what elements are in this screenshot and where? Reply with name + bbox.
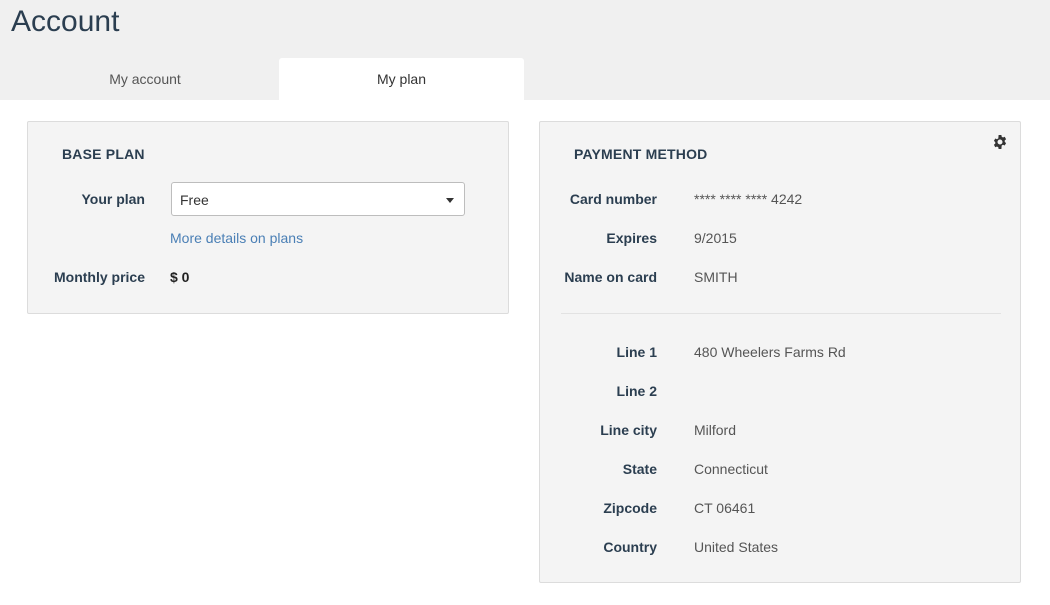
city-label: Line city (600, 422, 657, 438)
zipcode-value: CT 06461 (694, 500, 756, 516)
state-label: State (622, 461, 657, 477)
payment-method-card: PAYMENT METHOD Card number **** **** ***… (539, 121, 1021, 583)
zipcode-label: Zipcode (603, 500, 657, 516)
country-label: Country (603, 539, 657, 555)
name-on-card-value: SMITH (694, 269, 738, 285)
line1-label: Line 1 (616, 344, 657, 360)
monthly-price-value: $ 0 (170, 269, 190, 285)
base-plan-card: BASE PLAN Your plan Free More details on… (27, 121, 509, 314)
monthly-price-label: Monthly price (53, 269, 145, 285)
page-header: Account My account My plan (0, 0, 1050, 100)
page-title: Account (11, 5, 120, 38)
chevron-down-icon (446, 198, 454, 203)
expires-value: 9/2015 (694, 230, 737, 246)
expires-label: Expires (606, 230, 657, 246)
card-number-value: **** **** **** 4242 (694, 191, 803, 207)
line1-value: 480 Wheelers Farms Rd (694, 344, 846, 360)
name-on-card-label: Name on card (564, 269, 657, 285)
gear-icon[interactable] (992, 134, 1008, 150)
tab-my-plan[interactable]: My plan (279, 58, 524, 100)
country-value: United States (694, 539, 779, 555)
base-plan-title: BASE PLAN (62, 146, 145, 162)
state-value: Connecticut (694, 461, 768, 477)
plan-details-link[interactable]: More details on plans (170, 230, 303, 246)
plan-select-value: Free (180, 192, 209, 208)
your-plan-label: Your plan (81, 191, 145, 207)
divider (561, 313, 1001, 314)
line2-label: Line 2 (616, 383, 657, 399)
payment-method-title: PAYMENT METHOD (574, 146, 708, 162)
card-number-label: Card number (569, 191, 657, 207)
city-value: Milford (694, 422, 737, 438)
tab-my-account[interactable]: My account (23, 58, 267, 100)
plan-select[interactable]: Free (171, 182, 465, 216)
